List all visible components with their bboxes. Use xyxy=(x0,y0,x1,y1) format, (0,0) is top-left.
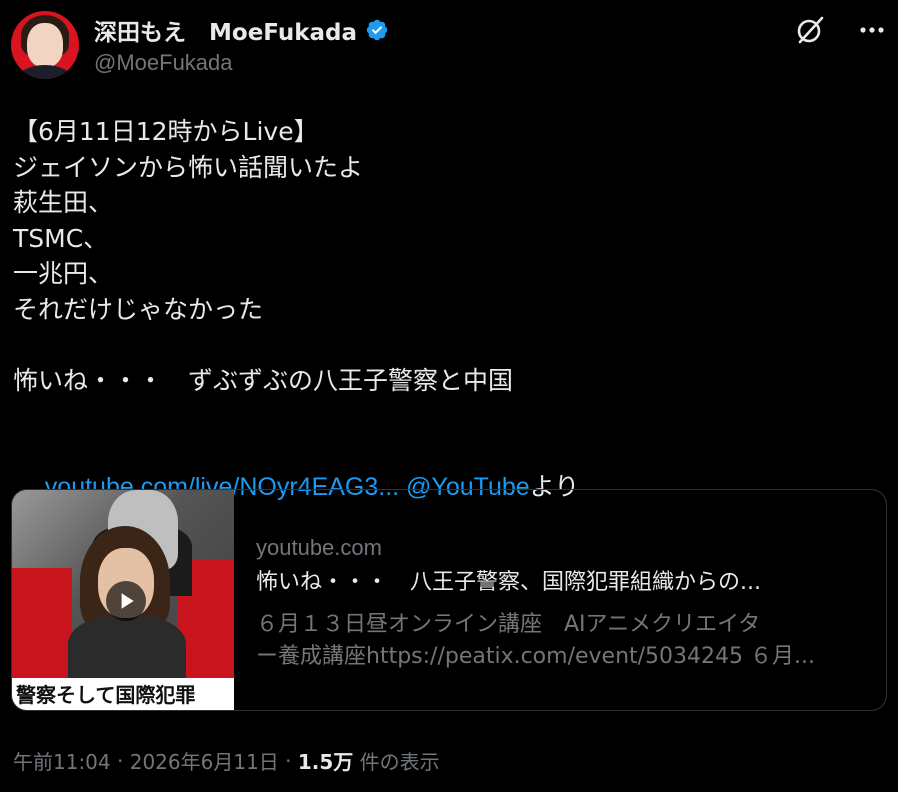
tweet-meta: 午前11:04 · 2026年6月11日 · 1.5万 件の表示 xyxy=(13,746,440,775)
tweet-line: それだけじゃなかった xyxy=(13,294,264,324)
video-thumbnail[interactable]: 警察そして国際犯罪 xyxy=(12,490,234,710)
card-domain: youtube.com xyxy=(256,535,382,560)
meta-separator: · xyxy=(278,748,298,773)
tweet-line: 萩生田、 xyxy=(13,188,114,217)
play-icon[interactable] xyxy=(106,581,146,621)
card-description: ６月１３日昼オンライン講座 AIアニメクリエイタ ー養成講座https://pe… xyxy=(256,609,870,673)
views-count: 1.5万 xyxy=(297,750,354,774)
author-display-name[interactable]: 深田もえ MoeFukada xyxy=(94,13,357,47)
tweet-text: 【6月11日12時からLive】 ジェイソンから怖い話聞いたよ 萩生田、 TSM… xyxy=(13,114,513,398)
header-actions xyxy=(792,12,890,48)
tweet-line: 怖いね・・・ ずぶずぶの八王子警察と中国 xyxy=(13,365,514,395)
link-preview-card[interactable]: 警察そして国際犯罪 youtube.com 怖いね・・・ 八王子警察、国際犯罪組… xyxy=(11,489,887,711)
card-description-line: ー養成講座https://peatix.com/event/5034245 ６月… xyxy=(256,644,816,669)
card-description-line: ６月１３日昼オンライン講座 AIアニメクリエイタ xyxy=(256,612,761,637)
author-name-line[interactable]: 深田もえ MoeFukada xyxy=(94,14,389,46)
tweet-line: ジェイソンから怖い話聞いたよ xyxy=(13,152,364,182)
tweet-line: 【6月11日12時からLive】 xyxy=(13,117,319,146)
author-handle[interactable]: @MoeFukada xyxy=(94,50,233,76)
verified-badge-icon xyxy=(365,18,389,42)
meta-separator: · xyxy=(110,748,130,773)
thumbnail-banner: 警察そして国際犯罪 xyxy=(12,678,234,710)
grok-slash-icon[interactable] xyxy=(792,12,828,48)
more-dots-icon[interactable] xyxy=(854,12,890,48)
tweet-time[interactable]: 午前11:04 xyxy=(13,746,111,775)
card-title: 怖いね・・・ 八王子警察、国際犯罪組織からの... xyxy=(256,570,761,595)
tweet-line: 一兆円、 xyxy=(13,259,114,288)
tweet-line: TSMC、 xyxy=(13,223,109,253)
tweet-line xyxy=(13,327,513,363)
author-avatar[interactable] xyxy=(11,11,79,79)
tweet: 深田もえ MoeFukada @MoeFukada 【6月11日12時からLiv… xyxy=(0,0,898,792)
views-label: 件の表示 xyxy=(353,750,440,774)
tweet-date[interactable]: 2026年6月11日 xyxy=(130,746,279,775)
